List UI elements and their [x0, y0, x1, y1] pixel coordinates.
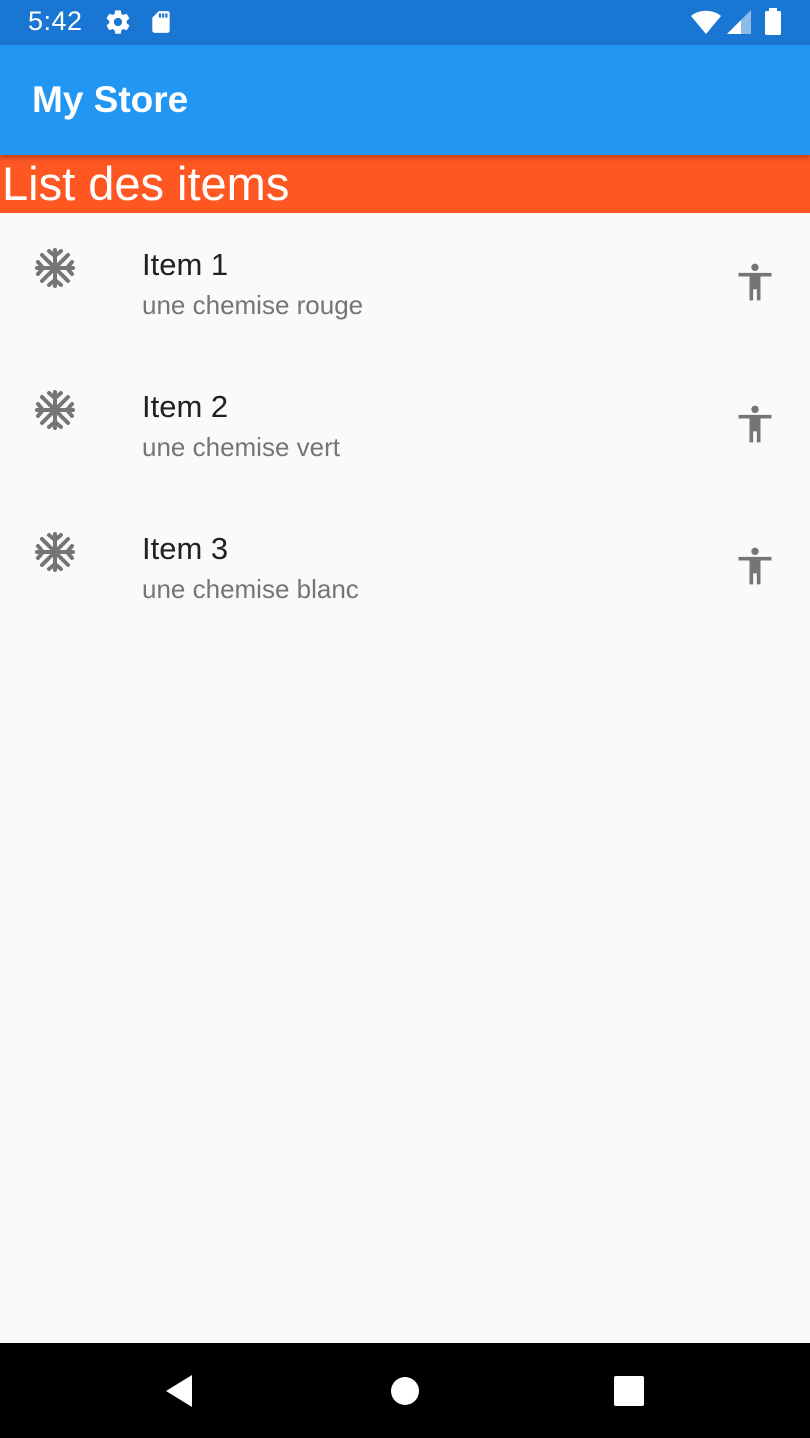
item-list: Item 1 une chemise rouge Item 2 une chem… [0, 213, 810, 639]
list-header: List des items [0, 155, 810, 213]
list-item[interactable]: Item 3 une chemise blanc [0, 497, 810, 639]
battery-icon [764, 8, 782, 41]
cell-signal-icon [726, 8, 752, 41]
snowflake-icon [34, 389, 76, 431]
app-title: My Store [32, 79, 189, 120]
sd-card-icon [148, 8, 174, 41]
accessibility-icon[interactable] [733, 402, 777, 446]
system-nav-bar [0, 1343, 810, 1438]
snowflake-icon [34, 531, 76, 573]
item-title: Item 1 [142, 247, 229, 282]
settings-icon [104, 8, 132, 41]
recents-icon[interactable] [610, 1372, 648, 1410]
status-time: 5:42 [28, 6, 83, 36]
item-subtitle: une chemise blanc [142, 574, 359, 604]
list-item[interactable]: Item 2 une chemise vert [0, 355, 810, 497]
app-bar: My Store [0, 45, 810, 155]
status-bar: 5:42 [0, 0, 810, 45]
home-icon[interactable] [386, 1372, 424, 1410]
back-icon[interactable] [160, 1372, 198, 1410]
item-title: Item 3 [142, 531, 229, 566]
item-title: Item 2 [142, 389, 229, 424]
snowflake-icon [34, 247, 76, 289]
wifi-icon [690, 8, 722, 41]
item-subtitle: une chemise vert [142, 432, 340, 462]
accessibility-icon[interactable] [733, 544, 777, 588]
item-subtitle: une chemise rouge [142, 290, 364, 320]
list-header-title: List des items [2, 157, 290, 210]
accessibility-icon[interactable] [733, 260, 777, 304]
list-item[interactable]: Item 1 une chemise rouge [0, 213, 810, 355]
